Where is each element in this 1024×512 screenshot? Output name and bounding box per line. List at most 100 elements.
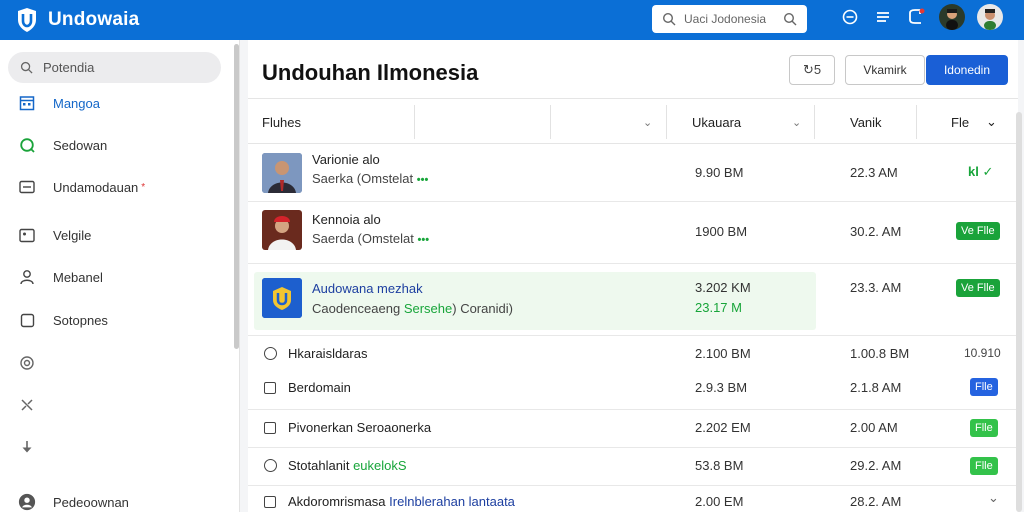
sidebar-item-sedowan[interactable]: Sedowan xyxy=(0,127,232,163)
row-time: 29.2. AM xyxy=(850,458,902,473)
thumbnail-person xyxy=(262,153,302,193)
row-size-secondary: 23.17 M xyxy=(695,300,742,315)
notification-icon[interactable] xyxy=(906,7,926,27)
column-divider xyxy=(666,105,667,139)
sidebar-scrollbar[interactable] xyxy=(234,44,239,349)
chevron-down-icon[interactable]: ⌄ xyxy=(986,99,997,145)
table-row[interactable]: Akdoromrismasa Irelnblerahan lantaata 2.… xyxy=(248,486,1018,512)
chevron-down-icon[interactable]: ⌄ xyxy=(792,99,801,145)
main-scrollbar[interactable] xyxy=(1016,112,1022,512)
chevron-down-icon[interactable]: ⌄ xyxy=(643,99,652,145)
row-subtitle: Saerda (Omstelat ••• xyxy=(312,231,430,246)
pin-icon xyxy=(18,396,36,414)
table-row[interactable]: Kennoia alo Saerda (Omstelat ••• 1900 BM… xyxy=(248,202,1018,264)
row-action-check[interactable]: kl ✓ xyxy=(968,164,993,180)
row-subtitle: Caodenceaeng Sersehe) Coranidi) xyxy=(312,301,513,316)
row-value: 10.910 xyxy=(964,346,1001,360)
table-row-selected[interactable]: Audowana mezhak Caodenceaeng Sersehe) Co… xyxy=(248,264,1018,336)
settings-circle-icon xyxy=(18,354,36,372)
row-checkbox[interactable] xyxy=(264,496,276,508)
primary-button[interactable]: Idonedin xyxy=(926,55,1008,85)
sidebar-item-label: Pedeoownan xyxy=(53,494,129,510)
row-radio[interactable] xyxy=(264,347,277,360)
thumbnail-person xyxy=(262,210,302,250)
refresh-button[interactable]: ↻5 xyxy=(789,55,835,85)
row-checkbox[interactable] xyxy=(264,422,276,434)
arrow-down-icon xyxy=(18,438,36,456)
column-header-size[interactable]: Ukauara xyxy=(692,99,741,145)
row-title: Akdoromrismasa Irelnblerahan lantaata xyxy=(288,494,515,509)
sidebar-item-undamodauan[interactable]: Undamodauan * xyxy=(0,169,232,205)
row-time: 30.2. AM xyxy=(850,224,902,239)
square-icon xyxy=(18,311,36,329)
sidebar-item-arrow[interactable] xyxy=(0,429,232,465)
sidebar-item-label: Velgile xyxy=(53,227,92,243)
secondary-button[interactable]: Vkamirk xyxy=(845,55,925,85)
search-icon xyxy=(662,12,676,26)
main-panel: Undouhan Ilmonesia ↻5 Vkamirk Idonedin F… xyxy=(248,40,1018,512)
row-size: 2.202 EM xyxy=(695,420,751,435)
row-size: 53.8 BM xyxy=(695,458,744,473)
badge-asterisk: * xyxy=(141,181,146,193)
row-title: Varionie alo xyxy=(312,152,380,167)
list-icon[interactable] xyxy=(873,7,893,27)
row-size: 2.100 BM xyxy=(695,346,751,361)
refresh-q-icon xyxy=(18,136,36,154)
row-file-button[interactable]: Flle xyxy=(970,457,998,475)
row-time: 1.00.8 BM xyxy=(850,346,910,361)
sidebar: Potendia Mangoa Sedowan Undamodauan * Ve… xyxy=(0,40,240,512)
sidebar-search-input[interactable]: Potendia xyxy=(8,52,221,83)
top-app-bar: Undowaia Uaci Jodonesia xyxy=(0,0,1024,40)
row-radio[interactable] xyxy=(264,459,277,472)
row-size: 2.00 EM xyxy=(695,494,744,509)
row-file-button[interactable]: Ve Flle xyxy=(956,222,1000,240)
column-header-file[interactable]: Fle xyxy=(951,99,969,145)
refresh-button-label: ↻5 xyxy=(802,62,822,77)
sidebar-item-label: Mebanel xyxy=(53,269,103,285)
sidebar-item-pin[interactable] xyxy=(0,387,232,423)
sidebar-item-label: Mangoa xyxy=(53,95,100,111)
row-size: 1900 BM xyxy=(695,224,748,239)
row-size: 9.90 BM xyxy=(695,165,744,180)
search-icon[interactable] xyxy=(783,12,797,26)
sidebar-item-label: Undamodauan xyxy=(53,179,139,195)
row-subtitle: Saerka (Omstelat ••• xyxy=(312,171,429,186)
page-title: Undouhan Ilmonesia xyxy=(262,60,479,85)
table-row[interactable]: Stotahlanit eukelokS 53.8 BM 29.2. AM Fl… xyxy=(248,448,1018,486)
sidebar-item-mebanel[interactable]: Mebanel xyxy=(0,259,232,295)
sidebar-item-label: Sotopnes xyxy=(53,312,108,328)
row-size: 2.9.3 BM xyxy=(695,380,748,395)
table-row-group: Hkaraisldaras 2.100 BM 1.00.8 BM 10.910 … xyxy=(248,336,1018,410)
table-row[interactable]: Pivonerkan Seroaonerka 2.202 EM 2.00 AM … xyxy=(248,410,1018,448)
row-file-button[interactable]: Ve Flle xyxy=(956,279,1000,297)
table-header: Fluhes ⌄ Ukauara ⌄ Vanik Fle ⌄ xyxy=(248,98,1018,144)
row-title: Berdomain xyxy=(288,380,351,395)
sidebar-item-label: Sedowan xyxy=(53,137,108,153)
table-row[interactable]: Varionie alo Saerka (Omstelat ••• 9.90 B… xyxy=(248,144,1018,202)
row-time: 28.2. AM xyxy=(850,494,902,509)
brand[interactable]: Undowaia xyxy=(16,7,139,33)
row-file-button[interactable]: Flle xyxy=(970,419,998,437)
shield-logo-icon xyxy=(18,8,36,32)
row-title: Audowana mezhak xyxy=(312,281,423,296)
sidebar-item-velgile[interactable]: Velgile xyxy=(0,217,232,253)
sidebar-search-label: Potendia xyxy=(43,60,95,75)
global-search-input[interactable]: Uaci Jodonesia xyxy=(652,5,807,33)
column-divider xyxy=(550,105,551,139)
row-time: 2.00 AM xyxy=(850,420,898,435)
profile-icon xyxy=(18,493,36,511)
chevron-down-icon[interactable]: ⌄ xyxy=(988,490,999,506)
sidebar-item-pedeoownan[interactable]: Pedeoownan xyxy=(0,484,232,512)
sidebar-item-settings[interactable] xyxy=(0,345,232,381)
user-avatar[interactable] xyxy=(977,4,1003,30)
row-checkbox[interactable] xyxy=(264,382,276,394)
row-title: Pivonerkan Seroaonerka xyxy=(288,420,432,435)
avatar[interactable] xyxy=(939,4,965,30)
row-file-button[interactable]: Flle xyxy=(970,378,998,396)
row-title: Hkaraisldaras xyxy=(288,346,368,361)
sidebar-item-mangoa[interactable]: Mangoa xyxy=(0,85,232,121)
help-icon[interactable] xyxy=(840,7,860,27)
column-header-name[interactable]: Fluhes xyxy=(262,99,301,145)
column-header-modified[interactable]: Vanik xyxy=(850,99,882,145)
sidebar-item-sotopnes[interactable]: Sotopnes xyxy=(0,302,232,338)
